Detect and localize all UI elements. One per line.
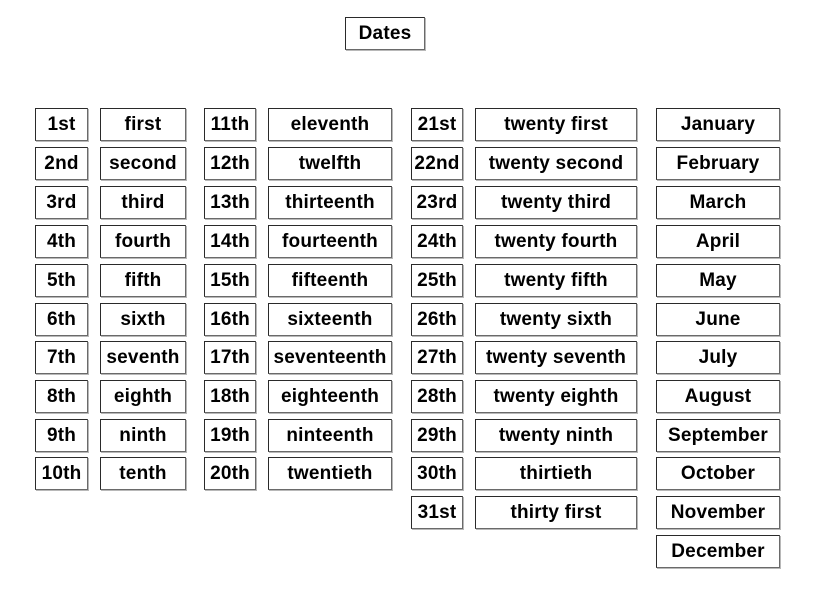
ordinal-words-21-31-cell: twenty seventh bbox=[475, 341, 637, 374]
ordinal-words-21-31-cell: thirtieth bbox=[475, 457, 637, 490]
months-cell: January bbox=[656, 108, 780, 141]
ordinal-words-21-31-cell: thirty first bbox=[475, 496, 637, 529]
ordinal-numbers-11-20-cell: 12th bbox=[204, 147, 256, 180]
ordinal-words-21-31-cell: twenty second bbox=[475, 147, 637, 180]
ordinal-words-21-31-cell: twenty sixth bbox=[475, 303, 637, 336]
ordinal-numbers-21-31-cell: 21st bbox=[411, 108, 463, 141]
ordinal-words-1-10-cell: seventh bbox=[100, 341, 186, 374]
ordinal-words-11-20-cell: twentieth bbox=[268, 457, 392, 490]
ordinal-numbers-1-10-cell: 7th bbox=[35, 341, 88, 374]
ordinal-numbers-21-31-cell: 29th bbox=[411, 419, 463, 452]
ordinal-words-11-20-cell: fifteenth bbox=[268, 264, 392, 297]
ordinal-words-1-10-cell: second bbox=[100, 147, 186, 180]
ordinal-words-11-20-cell: eleventh bbox=[268, 108, 392, 141]
ordinal-numbers-1-10-cell: 1st bbox=[35, 108, 88, 141]
ordinal-numbers-21-31-cell: 25th bbox=[411, 264, 463, 297]
ordinal-numbers-21-31-cell: 23rd bbox=[411, 186, 463, 219]
ordinal-words-1-10-cell: sixth bbox=[100, 303, 186, 336]
ordinal-words-1-10-cell: first bbox=[100, 108, 186, 141]
ordinal-numbers-1-10-cell: 3rd bbox=[35, 186, 88, 219]
months-cell: March bbox=[656, 186, 780, 219]
ordinal-words-21-31-cell: twenty fourth bbox=[475, 225, 637, 258]
ordinal-words-1-10-cell: ninth bbox=[100, 419, 186, 452]
ordinal-words-11-20-cell: twelfth bbox=[268, 147, 392, 180]
ordinal-numbers-21-31-cell: 30th bbox=[411, 457, 463, 490]
ordinal-numbers-21-31-cell: 27th bbox=[411, 341, 463, 374]
months-cell: July bbox=[656, 341, 780, 374]
ordinal-words-21-31-cell: twenty first bbox=[475, 108, 637, 141]
ordinal-words-11-20-cell: seventeenth bbox=[268, 341, 392, 374]
ordinal-numbers-21-31-cell: 28th bbox=[411, 380, 463, 413]
ordinal-numbers-1-10-cell: 5th bbox=[35, 264, 88, 297]
ordinal-numbers-21-31-cell: 26th bbox=[411, 303, 463, 336]
ordinal-numbers-21-31-cell: 31st bbox=[411, 496, 463, 529]
ordinal-numbers-21-31-cell: 24th bbox=[411, 225, 463, 258]
ordinal-words-1-10-cell: eighth bbox=[100, 380, 186, 413]
ordinal-numbers-11-20-cell: 17th bbox=[204, 341, 256, 374]
months-cell: December bbox=[656, 535, 780, 568]
ordinal-numbers-11-20-cell: 15th bbox=[204, 264, 256, 297]
ordinal-words-21-31-cell: twenty eighth bbox=[475, 380, 637, 413]
dates-table: 1st 2nd 3rd 4th 5th 6th 7th 8th 9th 10th first seco… bbox=[0, 0, 821, 616]
ordinal-numbers-11-20-cell: 18th bbox=[204, 380, 256, 413]
months-cell: September bbox=[656, 419, 780, 452]
ordinal-words-1-10-cell: fourth bbox=[100, 225, 186, 258]
months-cell: June bbox=[656, 303, 780, 336]
ordinal-words-1-10-cell: fifth bbox=[100, 264, 186, 297]
ordinal-words-11-20-cell: sixteenth bbox=[268, 303, 392, 336]
ordinal-numbers-1-10-cell: 8th bbox=[35, 380, 88, 413]
months-cell: August bbox=[656, 380, 780, 413]
ordinal-words-21-31-cell: twenty third bbox=[475, 186, 637, 219]
ordinal-numbers-1-10-cell: 10th bbox=[35, 457, 88, 490]
ordinal-words-11-20-cell: ninteenth bbox=[268, 419, 392, 452]
ordinal-words-11-20-cell: eighteenth bbox=[268, 380, 392, 413]
ordinal-words-1-10-cell: tenth bbox=[100, 457, 186, 490]
ordinal-words-11-20-cell: thirteenth bbox=[268, 186, 392, 219]
ordinal-numbers-1-10-cell: 4th bbox=[35, 225, 88, 258]
months-cell: February bbox=[656, 147, 780, 180]
ordinal-words-21-31-cell: twenty fifth bbox=[475, 264, 637, 297]
months-cell: April bbox=[656, 225, 780, 258]
ordinal-numbers-11-20-cell: 14th bbox=[204, 225, 256, 258]
ordinal-numbers-11-20-cell: 19th bbox=[204, 419, 256, 452]
ordinal-words-11-20-cell: fourteenth bbox=[268, 225, 392, 258]
ordinal-numbers-1-10-cell: 2nd bbox=[35, 147, 88, 180]
ordinal-words-21-31-cell: twenty ninth bbox=[475, 419, 637, 452]
months-cell: November bbox=[656, 496, 780, 529]
ordinal-words-1-10-cell: third bbox=[100, 186, 186, 219]
months-cell: October bbox=[656, 457, 780, 490]
ordinal-numbers-11-20-cell: 16th bbox=[204, 303, 256, 336]
ordinal-numbers-1-10-cell: 6th bbox=[35, 303, 88, 336]
ordinal-numbers-1-10-cell: 9th bbox=[35, 419, 88, 452]
ordinal-numbers-11-20-cell: 13th bbox=[204, 186, 256, 219]
ordinal-numbers-11-20-cell: 11th bbox=[204, 108, 256, 141]
months-cell: May bbox=[656, 264, 780, 297]
ordinal-numbers-11-20-cell: 20th bbox=[204, 457, 256, 490]
ordinal-numbers-21-31-cell: 22nd bbox=[411, 147, 463, 180]
